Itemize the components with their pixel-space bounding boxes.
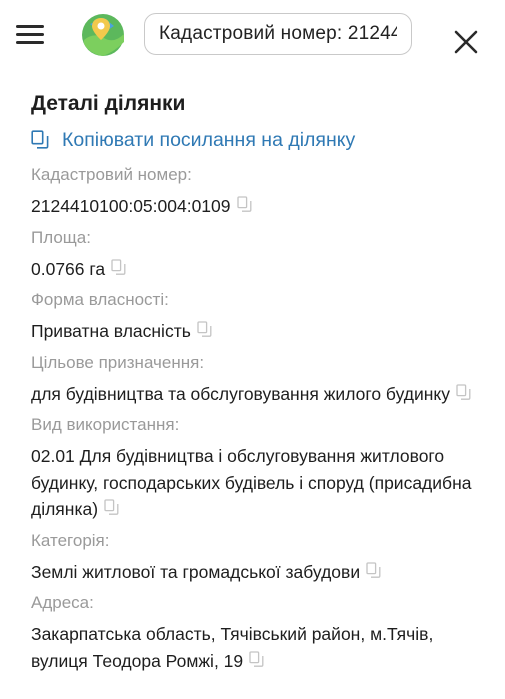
field-value-text: 0.0766 га [31, 258, 106, 279]
field-label: Кадастровий номер: [31, 165, 192, 184]
close-icon[interactable] [452, 28, 480, 56]
field-value-text: Закарпатська область, Тячівський район, … [31, 624, 434, 671]
parcel-details-panel: Деталі ділянки Копіювати посилання на ді… [31, 90, 491, 679]
search-input[interactable] [159, 14, 397, 54]
parcel-fields: Кадастровий номер: 2124410100:05:004:0109… [31, 162, 491, 674]
field-label: Форма власності: [31, 290, 169, 309]
field-value: для будівництва та обслуговування жилого… [31, 381, 491, 408]
copy-icon[interactable] [197, 319, 212, 337]
copy-icon[interactable] [366, 560, 381, 578]
field-label: Площа: [31, 227, 91, 247]
field-value: Закарпатська область, Тячівський район, … [31, 621, 491, 674]
field-value: 0.0766 га [31, 256, 491, 283]
field-value: Землі житлової та громадської забудови [31, 559, 491, 586]
panel-title: Деталі ділянки [31, 92, 186, 115]
field-value-text: для будівництва та обслуговування жилого… [31, 383, 450, 404]
copy-icon [31, 130, 49, 150]
copy-icon[interactable] [111, 257, 126, 275]
field-label: Цільове призначення: [31, 352, 205, 372]
field-label: Категорія: [31, 530, 110, 550]
copy-icon[interactable] [249, 649, 264, 667]
copy-icon[interactable] [104, 497, 119, 515]
top-bar [0, 0, 505, 78]
field-label: Вид використання: [31, 415, 180, 434]
field-value: Приватна власність [31, 318, 491, 345]
copy-link-button[interactable]: Копіювати посилання на ділянку [31, 126, 491, 154]
field-value-text: 2124410100:05:004:0109 [31, 196, 231, 216]
field-value-text: Землі житлової та громадської забудови [31, 561, 361, 582]
cadastral-search-field[interactable] [144, 13, 412, 55]
copy-icon[interactable] [236, 194, 252, 212]
field-value: 2124410100:05:004:0109 [31, 193, 491, 220]
field-label: Адреса: [31, 593, 94, 612]
copy-icon[interactable] [456, 382, 471, 400]
copy-link-label: Копіювати посилання на ділянку [62, 128, 356, 151]
field-value: 02.01 Для будівництва і обслуговування ж… [31, 443, 491, 523]
hamburger-menu-icon[interactable] [16, 22, 46, 46]
map-pin-logo-icon[interactable] [80, 12, 126, 58]
field-value-text: 02.01 Для будівництва і обслуговування ж… [31, 446, 472, 519]
field-value-text: Приватна власність [31, 321, 191, 341]
